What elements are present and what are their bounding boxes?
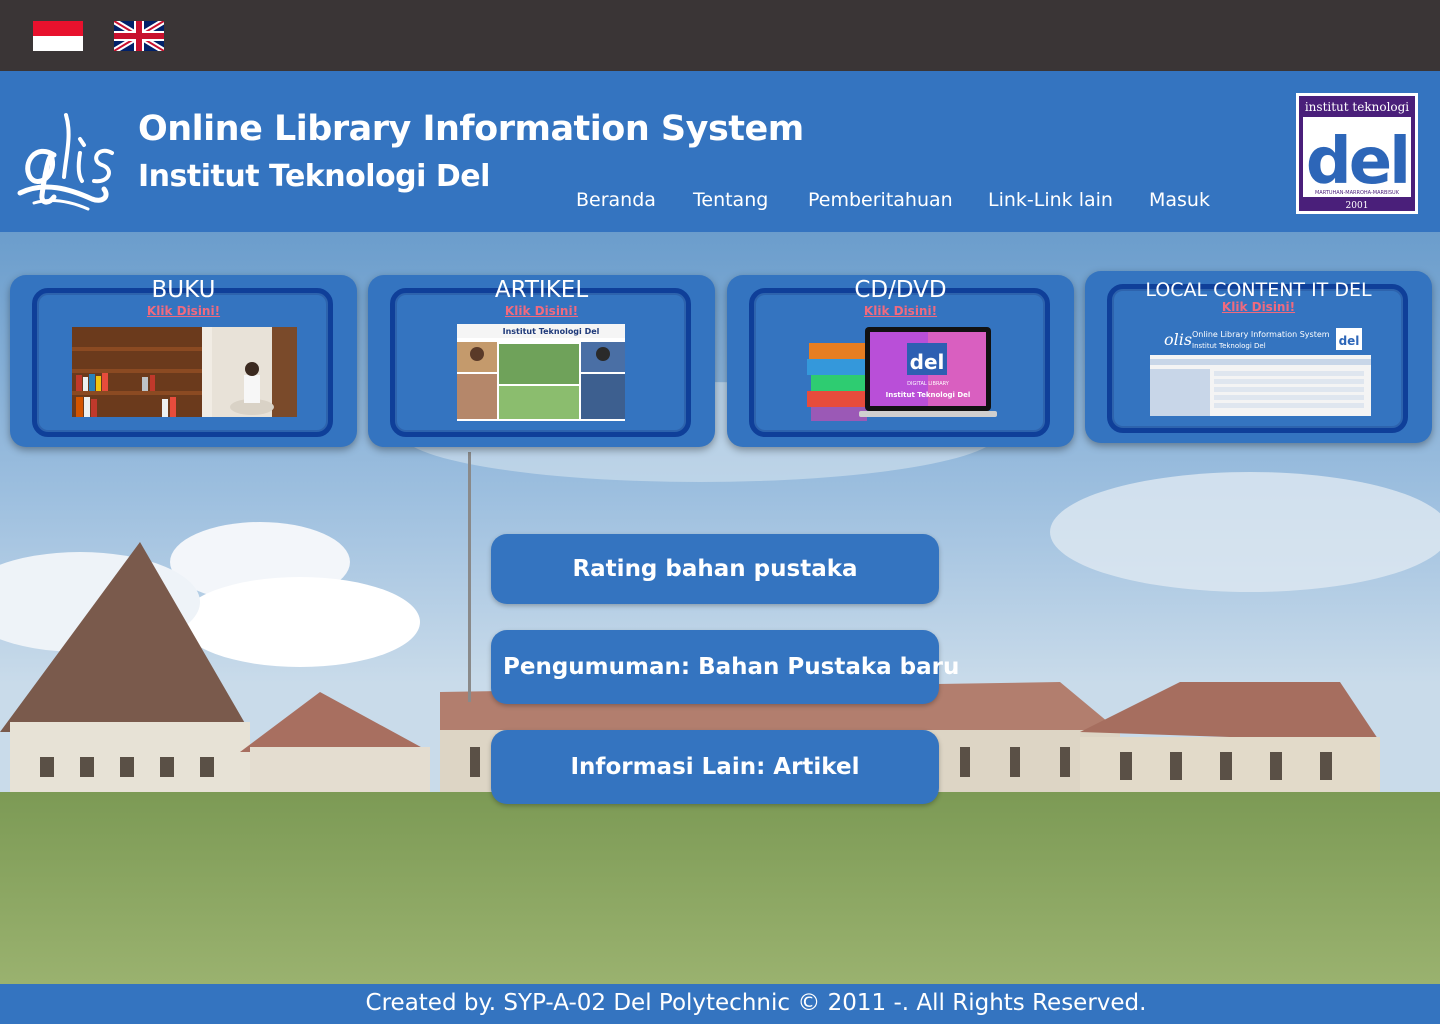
card-cta-link[interactable]: Klik Disini! — [727, 304, 1074, 318]
digital-library-image: del DIGITAL LIBRARY Institut Teknologi D… — [807, 327, 997, 421]
top-bar — [0, 0, 1440, 71]
svg-text:del: del — [1339, 334, 1360, 348]
nav-masuk[interactable]: Masuk — [1149, 189, 1210, 211]
svg-text:del: del — [910, 350, 945, 374]
article-collage-image: Institut Teknologi Del — [457, 324, 625, 421]
svg-text:MARTUHAN-MARROHA-MARBISUK: MARTUHAN-MARROHA-MARBISUK — [1315, 190, 1400, 196]
del-logo-icon[interactable]: institut teknologi del MARTUHAN-MARROHA-… — [1296, 93, 1418, 214]
svg-text:del: del — [1306, 125, 1408, 199]
nav-link-link-lain[interactable]: Link-Link lain — [988, 189, 1113, 211]
site-header: olis Online Library Information System I… — [0, 71, 1440, 232]
svg-text:Institut Teknologi Del: Institut Teknologi Del — [886, 391, 971, 399]
uk-flag-icon[interactable] — [114, 21, 164, 51]
pengumuman-button[interactable]: Pengumuman: Bahan Pustaka baru — [491, 630, 959, 704]
svg-text:2001: 2001 — [1346, 201, 1369, 211]
olis-screenshot-image: olis Online Library Information System I… — [1150, 323, 1371, 416]
svg-text:olis: olis — [1164, 330, 1192, 349]
card-local-content[interactable]: LOCAL CONTENT IT DEL Klik Disini! olis O… — [1085, 271, 1432, 443]
indonesia-flag-icon[interactable] — [33, 21, 83, 51]
svg-text:Institut Teknologi Del: Institut Teknologi Del — [503, 327, 600, 336]
olis-logo-icon[interactable]: olis — [14, 85, 124, 211]
nav-beranda[interactable]: Beranda — [576, 189, 656, 211]
bookshelf-image — [72, 327, 297, 417]
card-title: ARTIKEL — [494, 277, 589, 303]
card-title: CD/DVD — [854, 277, 947, 303]
svg-text:Institut Teknologi Del: Institut Teknologi Del — [1192, 342, 1266, 350]
card-cd-dvd[interactable]: CD/DVD Klik Disini! del DIGITAL LIBRARY … — [727, 275, 1074, 447]
svg-text:DIGITAL LIBRARY: DIGITAL LIBRARY — [907, 381, 950, 387]
copyright-text: Created by. SYP-A-02 Del Polytechnic © 2… — [365, 990, 1147, 1016]
nav-tentang[interactable]: Tentang — [693, 189, 768, 211]
card-title: LOCAL CONTENT IT DEL — [1145, 279, 1372, 301]
card-title: BUKU — [151, 277, 216, 303]
card-cta-link[interactable]: Klik Disini! — [10, 304, 357, 318]
site-subtitle: Institut Teknologi Del — [138, 159, 490, 194]
svg-text:Online Library Information Sys: Online Library Information System — [1192, 330, 1330, 339]
card-artikel[interactable]: ARTIKEL Klik Disini! Institut Teknologi … — [368, 275, 715, 447]
rating-bahan-pustaka-button[interactable]: Rating bahan pustaka — [491, 534, 939, 604]
nav-pemberitahuan[interactable]: Pemberitahuan — [808, 189, 953, 211]
card-cta-link[interactable]: Klik Disini! — [368, 304, 715, 318]
informasi-lain-button[interactable]: Informasi Lain: Artikel — [491, 730, 939, 804]
card-cta-link[interactable]: Klik Disini! — [1085, 300, 1432, 314]
site-title: Online Library Information System — [138, 109, 804, 149]
svg-text:institut teknologi: institut teknologi — [1305, 100, 1409, 114]
site-footer: Created by. SYP-A-02 Del Polytechnic © 2… — [0, 984, 1440, 1024]
card-buku[interactable]: BUKU Klik Disini! — [10, 275, 357, 447]
